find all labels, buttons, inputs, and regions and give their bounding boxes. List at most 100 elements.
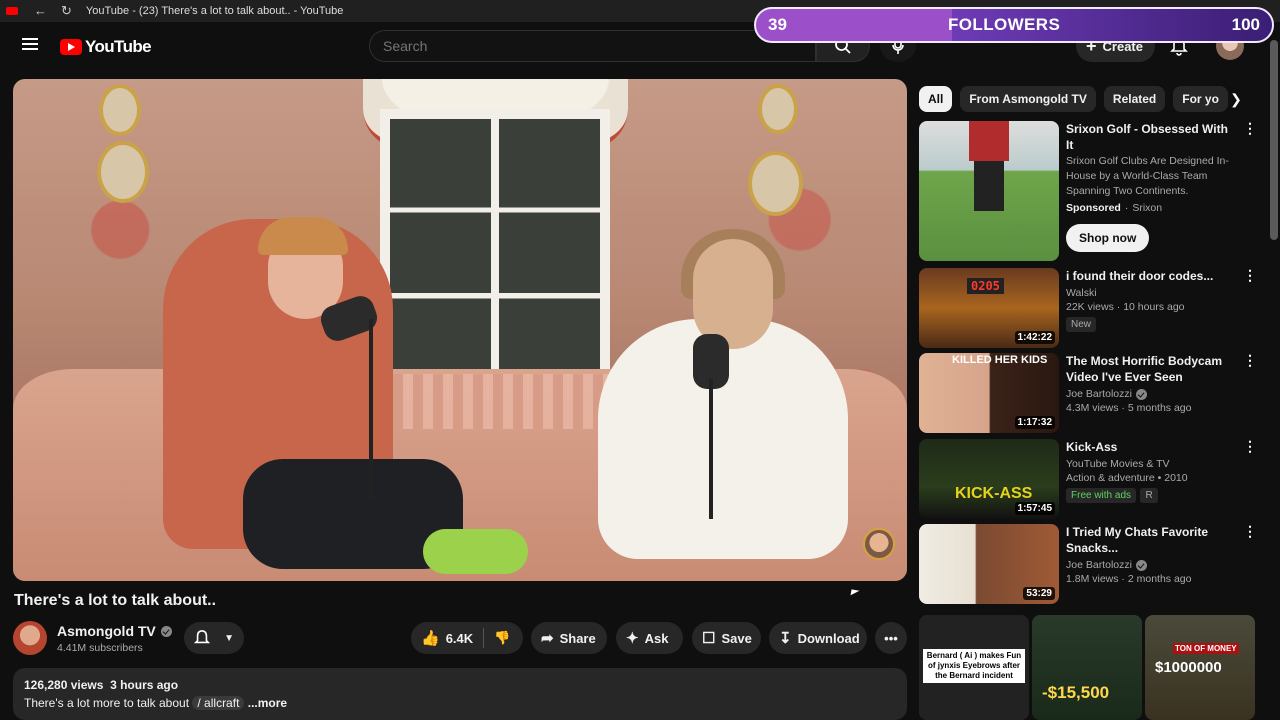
sparkle-icon: ✦ — [626, 630, 639, 647]
rating-badge: R — [1140, 488, 1158, 503]
chip-for-you[interactable]: For yo — [1173, 86, 1228, 112]
scrollbar[interactable] — [1270, 40, 1278, 240]
video-title[interactable]: The Most Horrific Bodycam Video I've Eve… — [1066, 353, 1236, 385]
kebab-menu-icon[interactable]: ⋮ — [1243, 353, 1257, 367]
back-arrow-icon[interactable]: ← — [34, 3, 47, 19]
menu-icon[interactable] — [22, 38, 38, 50]
chevron-right-icon[interactable]: ❯ — [1226, 89, 1246, 109]
kebab-menu-icon[interactable]: ⋮ — [1243, 268, 1257, 282]
short-thumbnail[interactable]: -$15,500 — [1032, 615, 1142, 720]
short-thumbnail[interactable]: Bernard ( Ai ) makes Fun of jynxis Eyebr… — [919, 615, 1029, 720]
view-count: 126,280 views — [24, 678, 104, 692]
channel-name[interactable]: Asmongold TV — [57, 623, 156, 639]
download-button[interactable]: ↧ Download — [769, 622, 867, 654]
chevron-down-icon: ▼ — [224, 632, 234, 644]
ask-button[interactable]: ✦ Ask — [616, 622, 683, 654]
video-thumbnail[interactable]: 0205 1:42:22 — [919, 268, 1059, 348]
like-dislike-group: 👍 6.4K 👎 — [411, 622, 523, 654]
chip-related[interactable]: Related — [1103, 86, 1166, 112]
video-player[interactable] — [13, 79, 907, 581]
followers-goal: 100 — [1231, 15, 1260, 34]
recommended-video[interactable]: KILLED HER KIDS 1:17:32 The Most Horrifi… — [919, 353, 1257, 433]
save-label: Save — [721, 630, 752, 646]
video-thumbnail[interactable]: KICK-ASS 1:57:45 — [919, 439, 1059, 519]
verified-check-icon — [160, 625, 172, 637]
view-count: 4.3M views — [1066, 402, 1119, 414]
ad-info: Srixon Golf - Obsessed With It Srixon Go… — [1066, 121, 1231, 252]
search-box[interactable] — [369, 30, 816, 62]
kebab-menu-icon[interactable]: ⋮ — [1243, 121, 1257, 135]
new-badge: New — [1066, 317, 1097, 332]
view-count: 1.8M views — [1066, 573, 1119, 585]
upload-age: 2 months ago — [1127, 573, 1192, 585]
recommended-video[interactable]: 53:29 I Tried My Chats Favorite Snacks..… — [919, 524, 1257, 604]
subscribe-notifications-button[interactable]: ▼ — [184, 622, 244, 654]
recommended-movie[interactable]: KICK-ASS 1:57:45 Kick-Ass YouTube Movies… — [919, 439, 1257, 519]
video-thumbnail[interactable]: 53:29 — [919, 524, 1059, 604]
shop-now-button[interactable]: Shop now — [1066, 224, 1150, 252]
short-caption: Bernard ( Ai ) makes Fun of jynxis Eyebr… — [923, 649, 1025, 683]
more-actions-button[interactable]: ••• — [875, 622, 907, 654]
thumbs-up-icon[interactable]: 👍 — [421, 629, 440, 647]
download-label: Download — [797, 630, 860, 646]
thumbs-down-icon[interactable]: 👎 — [494, 630, 510, 646]
chip-all[interactable]: All — [919, 86, 953, 112]
reload-icon[interactable]: ↻ — [61, 3, 72, 19]
logo-text: YouTube — [85, 37, 152, 56]
more-horizontal-icon: ••• — [884, 630, 898, 646]
followers-current: 39 — [768, 15, 787, 34]
channel-watermark[interactable] — [863, 528, 895, 560]
free-with-ads-badge: Free with ads — [1066, 488, 1137, 503]
kebab-menu-icon[interactable]: ⋮ — [1243, 524, 1257, 538]
followers-goal-overlay: 39 FOLLOWERS 100 — [754, 7, 1274, 43]
ask-label: Ask — [644, 630, 669, 646]
video-title[interactable]: Kick-Ass — [1066, 439, 1236, 455]
channel-row: Joe Bartolozzi — [1066, 559, 1236, 571]
video-thumbnail[interactable]: KILLED HER KIDS 1:17:32 — [919, 353, 1059, 433]
video-title: There's a lot to talk about.. — [14, 592, 217, 609]
video-info: I Tried My Chats Favorite Snacks... Joe … — [1066, 524, 1236, 585]
channel-name[interactable]: Joe Bartolozzi — [1066, 388, 1132, 400]
channel-row: Joe Bartolozzi — [1066, 388, 1236, 400]
chip-from-channel[interactable]: From Asmongold TV — [960, 86, 1096, 112]
ad-thumbnail[interactable] — [919, 121, 1059, 261]
subscriber-count: 4.41M subscribers — [57, 642, 143, 654]
video-duration: 53:29 — [1023, 587, 1055, 600]
channel-avatar[interactable] — [13, 621, 47, 655]
channel-name-row[interactable]: Asmongold TV — [57, 623, 172, 639]
ad-title[interactable]: Srixon Golf - Obsessed With It — [1066, 121, 1231, 153]
upload-age: 5 months ago — [1127, 402, 1192, 414]
upload-age: 3 hours ago — [110, 678, 179, 692]
thumbnail-text: KILLED HER KIDS — [952, 354, 1048, 366]
description-link[interactable]: / allcraft — [192, 696, 245, 710]
bookmark-icon: ☐ — [702, 630, 716, 647]
kebab-menu-icon[interactable]: ⋮ — [1243, 439, 1257, 453]
video-stats: 4.3M views · 5 months ago — [1066, 402, 1192, 414]
search-input[interactable] — [383, 38, 815, 54]
share-button[interactable]: ➦ Share — [531, 622, 607, 654]
save-button[interactable]: ☐ Save — [692, 622, 761, 654]
like-count[interactable]: 6.4K — [446, 631, 473, 646]
channel-name[interactable]: YouTube Movies & TV — [1066, 458, 1236, 470]
short-amount: $1000000 — [1155, 659, 1222, 676]
window — [380, 109, 610, 389]
short-thumbnail[interactable]: TON OF MONEY $1000000 — [1145, 615, 1255, 720]
video-title[interactable]: I Tried My Chats Favorite Snacks... — [1066, 524, 1236, 556]
person-right-head — [693, 239, 773, 349]
youtube-logo[interactable]: YouTube — [60, 37, 152, 57]
thumbnail-text: KICK-ASS — [955, 485, 1033, 502]
channel-name[interactable]: Walski — [1066, 287, 1236, 299]
video-stats: 22K views · 10 hours ago — [1066, 301, 1185, 313]
ad-description: Srixon Golf Clubs Are Designed In-House … — [1066, 155, 1229, 197]
channel-name[interactable]: Joe Bartolozzi — [1066, 559, 1132, 571]
video-duration: 1:57:45 — [1014, 502, 1055, 515]
ad-card[interactable]: Srixon Golf - Obsessed With It Srixon Go… — [919, 121, 1257, 261]
recommended-video[interactable]: 0205 1:42:22 i found their door codes...… — [919, 268, 1257, 348]
golfer-shirt — [969, 121, 1009, 161]
verified-check-icon — [1135, 388, 1147, 400]
more-link[interactable]: ...more — [248, 696, 287, 710]
video-title[interactable]: i found their door codes... — [1066, 268, 1236, 284]
movie-meta: Action & adventure • 2010 — [1066, 472, 1188, 484]
sponsored-label: Sponsored — [1066, 202, 1121, 214]
description-box[interactable]: 126,280 views 3 hours ago There's a lot … — [13, 668, 907, 720]
